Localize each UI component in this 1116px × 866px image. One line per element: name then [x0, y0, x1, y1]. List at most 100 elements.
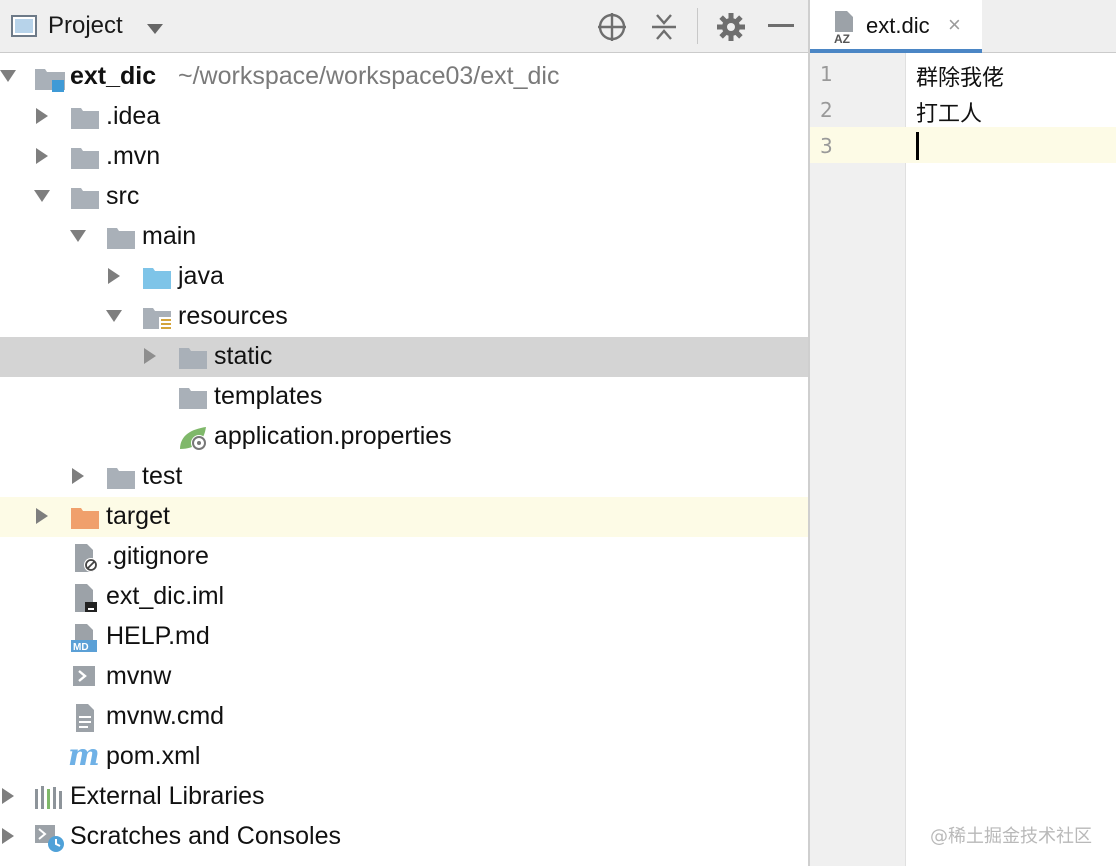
tree-label: target	[106, 502, 170, 530]
tree-row[interactable]: application.properties	[0, 417, 808, 457]
svg-text:MD: MD	[73, 642, 89, 653]
maven-icon: m	[68, 738, 102, 776]
minimize-icon[interactable]	[768, 24, 794, 27]
tree-row[interactable]: .mvn	[0, 137, 808, 177]
dic-file-icon: AZ	[832, 10, 862, 49]
markdown-file-icon: MD	[70, 623, 100, 658]
tree-label: .gitignore	[106, 542, 209, 570]
tree-label: .mvn	[106, 142, 161, 170]
editor-tab[interactable]: AZ ext.dic ×	[810, 0, 982, 53]
ignored-file-icon	[72, 543, 100, 578]
tree-row[interactable]: mvnw	[0, 657, 808, 697]
expanded-arrow-icon[interactable]	[70, 227, 86, 245]
excluded-folder-icon	[70, 503, 100, 536]
tree-label: mvnw.cmd	[106, 702, 225, 730]
editor-line[interactable]: 1 群除我佬	[810, 55, 1116, 91]
tree-row[interactable]: main	[0, 217, 808, 257]
module-folder-icon	[34, 63, 66, 98]
tree-row[interactable]: mvnw.cmd	[0, 697, 808, 737]
tree-row[interactable]: .idea	[0, 97, 808, 137]
toolbar-separator	[697, 8, 698, 44]
line-number-gutter	[810, 53, 906, 866]
line-text: 群除我佬	[916, 66, 1005, 91]
scratches-icon	[34, 823, 66, 858]
svg-text:AZ: AZ	[834, 32, 850, 44]
tree-row[interactable]: templates	[0, 377, 808, 417]
expanded-arrow-icon[interactable]	[34, 187, 50, 205]
line-number: 3	[820, 134, 833, 158]
tree-label: pom.xml	[106, 742, 201, 770]
tree-row[interactable]: resources	[0, 297, 808, 337]
collapsed-arrow-icon[interactable]	[34, 107, 50, 125]
project-view-icon	[11, 15, 37, 42]
folder-icon	[70, 143, 100, 176]
tree-label: src	[106, 182, 140, 210]
editor: AZ ext.dic × 1 群除我佬 2 打工人 3	[810, 0, 1116, 866]
tree-label: resources	[178, 302, 288, 330]
collapsed-arrow-icon[interactable]	[34, 147, 50, 165]
folder-icon	[106, 223, 136, 256]
shell-script-icon	[72, 663, 98, 694]
tree-label: application.properties	[214, 422, 452, 450]
tree-root-path: ~/workspace/workspace03/ext_dic	[178, 62, 560, 90]
tree-row-root[interactable]: ext_dic ~/workspace/workspace03/ext_dic	[0, 57, 808, 97]
collapsed-arrow-icon[interactable]	[0, 827, 16, 845]
tree-label: mvnw	[106, 662, 172, 690]
chevron-down-icon[interactable]	[146, 22, 164, 40]
locate-icon[interactable]	[597, 12, 627, 47]
editor-line[interactable]: 2 打工人	[810, 91, 1116, 127]
tree-label: Scratches and Consoles	[70, 822, 341, 850]
tree-row[interactable]: MD HELP.md	[0, 617, 808, 657]
tree-label: static	[214, 342, 273, 370]
source-folder-icon	[142, 263, 172, 296]
tree-row[interactable]: ext_dic.iml	[0, 577, 808, 617]
project-view-title[interactable]: Project	[48, 12, 123, 40]
text-caret	[916, 132, 919, 160]
tree-label: java	[178, 262, 224, 290]
collapsed-arrow-icon[interactable]	[34, 507, 50, 525]
expanded-arrow-icon[interactable]	[0, 67, 16, 85]
tree-label: External Libraries	[70, 782, 265, 810]
folder-icon	[106, 463, 136, 496]
close-icon[interactable]: ×	[948, 12, 961, 38]
watermark: @稀土掘金技术社区	[930, 826, 1092, 847]
tree-row[interactable]: m pom.xml	[0, 737, 808, 777]
tree-row[interactable]: target	[0, 497, 808, 537]
line-number: 2	[820, 98, 833, 122]
tree-row[interactable]: test	[0, 457, 808, 497]
tree-row[interactable]: src	[0, 177, 808, 217]
line-text: 打工人	[916, 102, 983, 127]
tree-row[interactable]: Scratches and Consoles	[0, 817, 808, 857]
tree-label: ext_dic.iml	[106, 582, 225, 610]
module-file-icon	[72, 583, 100, 618]
tree-label: .idea	[106, 102, 161, 130]
tree-row-selected[interactable]: static	[0, 337, 808, 377]
tree-row[interactable]: java	[0, 257, 808, 297]
folder-icon	[178, 383, 208, 416]
project-panel: Project ext_dic ~/workspace/workspace03/…	[0, 0, 808, 866]
collapsed-arrow-icon[interactable]	[0, 787, 16, 805]
expanded-arrow-icon[interactable]	[106, 307, 122, 325]
collapsed-arrow-icon[interactable]	[142, 347, 158, 365]
tree-row[interactable]: .gitignore	[0, 537, 808, 577]
editor-line-current[interactable]: 3	[810, 127, 1116, 163]
folder-icon	[178, 343, 208, 376]
tree-label: templates	[214, 382, 323, 410]
tree-label: main	[142, 222, 197, 250]
editor-tab-bar: AZ ext.dic ×	[810, 0, 1116, 53]
tree-label: HELP.md	[106, 622, 210, 650]
gear-icon[interactable]	[716, 12, 746, 47]
collapsed-arrow-icon[interactable]	[70, 467, 86, 485]
text-file-icon	[74, 703, 98, 738]
resources-folder-icon	[142, 303, 174, 338]
project-toolbar: Project	[0, 0, 808, 53]
svg-text:m: m	[68, 739, 100, 771]
collapsed-arrow-icon[interactable]	[106, 267, 122, 285]
folder-icon	[70, 183, 100, 216]
line-number: 1	[820, 62, 833, 86]
folder-icon	[70, 103, 100, 136]
collapse-all-icon[interactable]	[650, 12, 678, 47]
tree-label: test	[142, 462, 183, 490]
tree-row[interactable]: External Libraries	[0, 777, 808, 817]
libraries-icon	[34, 783, 64, 816]
